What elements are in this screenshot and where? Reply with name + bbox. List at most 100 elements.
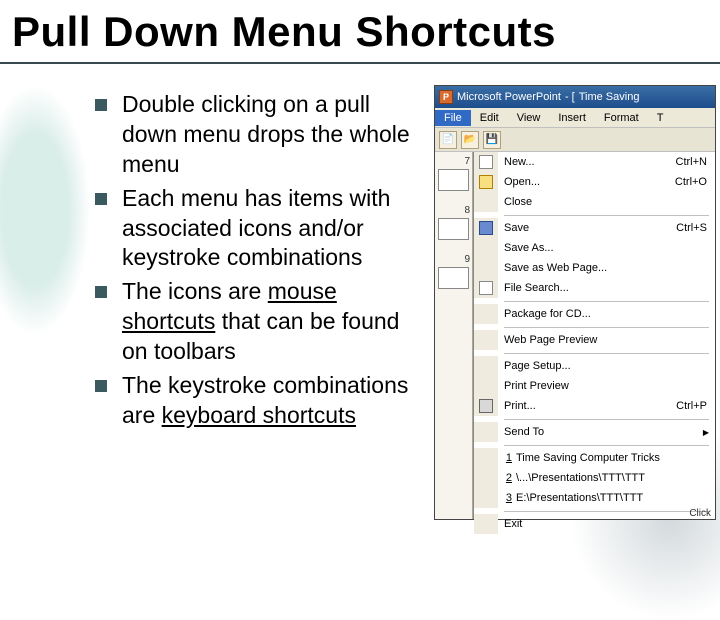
title-underline: [0, 62, 720, 64]
recent-file-number: 3: [504, 492, 512, 504]
slide-thumbnail[interactable]: [438, 267, 469, 289]
menu-icon-gutter: [474, 422, 498, 442]
toolbar: 📄 📂 💾: [435, 128, 715, 152]
menu-icon-gutter: [474, 172, 498, 192]
bullet-marker-icon: [95, 380, 107, 392]
menu-item-print[interactable]: Print...Ctrl+P: [474, 396, 715, 416]
window-titlebar: P Microsoft PowerPoint - [ Time Saving: [435, 86, 715, 108]
menu-item-label: Save As...: [504, 242, 715, 254]
bullet-item: Double clicking on a pull down menu drop…: [95, 90, 425, 180]
powerpoint-icon: P: [439, 90, 453, 104]
toolbar-new-icon[interactable]: 📄: [439, 131, 457, 149]
menu-separator: [474, 350, 715, 356]
menu-item-new[interactable]: New...Ctrl+N: [474, 152, 715, 172]
menu-item-save[interactable]: SaveCtrl+S: [474, 218, 715, 238]
menu-file[interactable]: File: [435, 110, 471, 126]
recent-file-number: 2: [504, 472, 512, 484]
open-icon: [479, 175, 493, 189]
menu-item-web-page-preview[interactable]: Web Page Preview: [474, 330, 715, 350]
menu-icon-gutter: [474, 192, 498, 212]
bullet-list: Double clicking on a pull down menu drop…: [95, 90, 425, 435]
document-name: Time Saving: [579, 91, 640, 103]
menu-icon-gutter: [474, 468, 498, 488]
recent-file-number: 1: [504, 452, 512, 464]
menu-item-label: Print...: [504, 400, 676, 412]
underlined-term: keyboard shortcuts: [162, 402, 356, 428]
menu-icon-gutter: [474, 376, 498, 396]
menu-insert[interactable]: Insert: [549, 110, 595, 126]
slide-number: 7: [435, 156, 472, 167]
menu-item-save-as-web-page[interactable]: Save as Web Page...: [474, 258, 715, 278]
search-icon: [479, 281, 493, 295]
status-text: Click: [689, 508, 711, 519]
bullet-marker-icon: [95, 99, 107, 111]
bullet-item: The keystroke combinations are keyboard …: [95, 371, 425, 431]
menu-item-label: Time Saving Computer Tricks: [516, 452, 715, 464]
menu-edit[interactable]: Edit: [471, 110, 508, 126]
menu-icon-gutter: [474, 356, 498, 376]
menu-icon-gutter: [474, 488, 498, 508]
menu-item-exit[interactable]: Exit: [474, 514, 715, 534]
menu-icon-gutter: [474, 278, 498, 298]
menu-icon-gutter: [474, 514, 498, 534]
menu-icon-gutter: [474, 448, 498, 468]
menu-item-label: Open...: [504, 176, 675, 188]
keyboard-shortcut: Ctrl+N: [676, 156, 715, 168]
keyboard-shortcut: Ctrl+O: [675, 176, 715, 188]
menu-item-label: Exit: [504, 518, 715, 530]
slide-thumbnail[interactable]: [438, 218, 469, 240]
menu-item-send-to[interactable]: Send To▶: [474, 422, 715, 442]
menu-separator: [474, 442, 715, 448]
menu-separator: [474, 298, 715, 304]
menu-item-package-for-cd[interactable]: Package for CD...: [474, 304, 715, 324]
menu-bar: FileEditViewInsertFormatT: [435, 108, 715, 128]
menu-separator: [474, 416, 715, 422]
menu-item-label: Save as Web Page...: [504, 262, 715, 274]
menu-item-label: E:\Presentations\TTT\TTT: [516, 492, 715, 504]
slide-thumbnail[interactable]: [438, 169, 469, 191]
bullet-item: The icons are mouse shortcuts that can b…: [95, 277, 425, 367]
bullet-text: Double clicking on a pull down menu drop…: [122, 90, 425, 180]
menu-item-time-saving-computer-tricks[interactable]: 1 Time Saving Computer Tricks: [474, 448, 715, 468]
app-name: Microsoft PowerPoint: [457, 91, 561, 103]
menu-item-open[interactable]: Open...Ctrl+O: [474, 172, 715, 192]
file-menu-dropdown: New...Ctrl+NOpen...Ctrl+OCloseSaveCtrl+S…: [473, 152, 715, 519]
menu-item-label: File Search...: [504, 282, 715, 294]
menu-item-label: Package for CD...: [504, 308, 715, 320]
save-icon: [479, 221, 493, 235]
menu-item-label: Send To: [504, 426, 703, 438]
submenu-arrow-icon: ▶: [703, 428, 715, 437]
app-body: 789 New...Ctrl+NOpen...Ctrl+OCloseSaveCt…: [435, 152, 715, 519]
keyboard-shortcut: Ctrl+S: [676, 222, 715, 234]
menu-separator: [474, 508, 715, 514]
menu-item-label: Close: [504, 196, 715, 208]
toolbar-open-icon[interactable]: 📂: [461, 131, 479, 149]
bullet-text: Each menu has items with associated icon…: [122, 184, 425, 274]
menu-icon-gutter: [474, 218, 498, 238]
menu-icon-gutter: [474, 258, 498, 278]
menu-item-save-as[interactable]: Save As...: [474, 238, 715, 258]
menu-item-close[interactable]: Close: [474, 192, 715, 212]
menu-item-label: New...: [504, 156, 676, 168]
menu-item-label: Web Page Preview: [504, 334, 715, 346]
menu-t[interactable]: T: [648, 110, 673, 126]
menu-item-e-presentations-ttt-ttt[interactable]: 3 E:\Presentations\TTT\TTT: [474, 488, 715, 508]
menu-icon-gutter: [474, 396, 498, 416]
menu-item-file-search[interactable]: File Search...: [474, 278, 715, 298]
toolbar-save-icon[interactable]: 💾: [483, 131, 501, 149]
bullet-marker-icon: [95, 193, 107, 205]
slide-number: 9: [435, 254, 472, 265]
menu-item-label: Save: [504, 222, 676, 234]
menu-separator: [474, 212, 715, 218]
bullet-text: The icons are mouse shortcuts that can b…: [122, 277, 425, 367]
menu-item-page-setup[interactable]: Page Setup...: [474, 356, 715, 376]
print-icon: [479, 399, 493, 413]
menu-view[interactable]: View: [508, 110, 550, 126]
menu-item-label: Page Setup...: [504, 360, 715, 372]
menu-format[interactable]: Format: [595, 110, 648, 126]
menu-item-presentations-ttt-ttt[interactable]: 2\...\Presentations\TTT\TTT: [474, 468, 715, 488]
keyboard-shortcut: Ctrl+P: [676, 400, 715, 412]
bullet-item: Each menu has items with associated icon…: [95, 184, 425, 274]
powerpoint-screenshot: P Microsoft PowerPoint - [ Time Saving F…: [434, 85, 716, 520]
menu-item-print-preview[interactable]: Print Preview: [474, 376, 715, 396]
